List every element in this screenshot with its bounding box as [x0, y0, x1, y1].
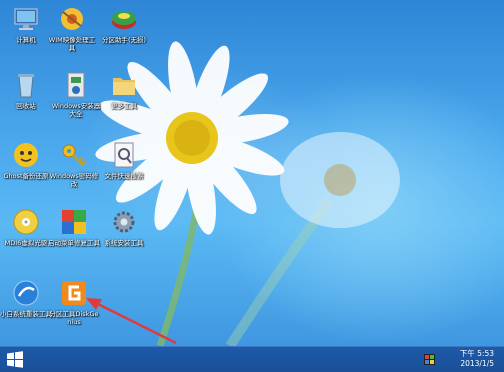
desktop-icon-reinstall-tool[interactable]: 小白系统重装工具 [0, 278, 52, 318]
windows-logo-icon[interactable] [6, 351, 24, 368]
desktop-icon-label: 计算机 [16, 36, 36, 44]
taskbar-clock[interactable]: 下午 5:53 2013/1/5 [460, 349, 494, 369]
desktop-icon-label: WIM映像处理工具 [48, 36, 96, 52]
reinstall-tool-icon [13, 280, 39, 306]
taskbar: 下午 5:53 2013/1/5 [0, 346, 504, 372]
desktop-icon-label: 启动菜单修复工具 [48, 239, 100, 247]
desktop-icon-ghost[interactable]: Ghost备份还原 [0, 140, 52, 180]
network-tray-icon[interactable] [424, 354, 435, 365]
key-icon [62, 144, 86, 167]
desktop-icon-virtual-drive[interactable]: MDI6虚拟光驱 [0, 207, 52, 247]
desktop-icon-windows-password[interactable]: Windows密码修改 [48, 140, 100, 188]
desktop-icon-partition-assistant[interactable]: 分区助手(无损) [98, 4, 150, 44]
boot-repair-icon [62, 210, 86, 234]
desktop-icon-label: 分区工具DiskGenius [49, 310, 99, 326]
desktop-icon-boot-repair[interactable]: 启动菜单修复工具 [48, 207, 100, 247]
wim-tool-icon [61, 8, 83, 30]
desktop-icon-recycle-bin[interactable]: 回收站 [0, 70, 52, 110]
diskgenius-icon [62, 281, 86, 305]
desktop-icon-wim-tool[interactable]: WIM映像处理工具 [46, 4, 98, 52]
desktop-icon-computer[interactable]: 计算机 [0, 4, 52, 44]
clock-date: 2013/1/5 [460, 359, 494, 368]
desktop-icon-label: 更多工具 [111, 102, 137, 110]
desktop-icon-file-search[interactable]: 文件快速搜索 [98, 140, 150, 180]
desktop-icon-label: Ghost备份还原 [3, 172, 49, 180]
ghost-icon [14, 143, 38, 167]
desktop-icon-label: 分区助手(无损) [101, 36, 147, 44]
desktop-icon-label: Windows密码修改 [49, 172, 99, 188]
desktop-icon-label: 回收站 [16, 102, 36, 110]
windows-installer-icon [67, 72, 85, 98]
desktop: 计算机 WIM映像处理工具 分区助手(无损) 回收站 Windows安装器大全 [0, 0, 504, 346]
desktop-icon-diskgenius[interactable]: 分区工具DiskGenius [48, 278, 100, 326]
recycle-bin-icon [18, 74, 34, 98]
desktop-icon-label: Windows安装器大全 [51, 102, 101, 118]
desktop-icon-label: MDI6虚拟光驱 [4, 239, 48, 247]
partition-assistant-icon [112, 11, 136, 29]
desktop-icon-more-tools[interactable]: 更多工具 [98, 70, 150, 110]
desktop-icon-label: 小白系统重装工具 [0, 310, 52, 318]
desktop-icon-system-install[interactable]: 系统安装工具 [98, 207, 150, 247]
desktop-icon-windows-installer[interactable]: Windows安装器大全 [50, 70, 102, 118]
gear-icon [113, 211, 135, 233]
desktop-icon-label: 系统安装工具 [104, 239, 144, 247]
desktop-icon-label: 文件快速搜索 [104, 172, 144, 180]
folder-icon [113, 78, 135, 95]
computer-icon [14, 8, 38, 30]
virtual-drive-icon [13, 209, 39, 235]
clock-time: 下午 5:53 [459, 349, 494, 358]
file-search-icon [114, 142, 134, 168]
